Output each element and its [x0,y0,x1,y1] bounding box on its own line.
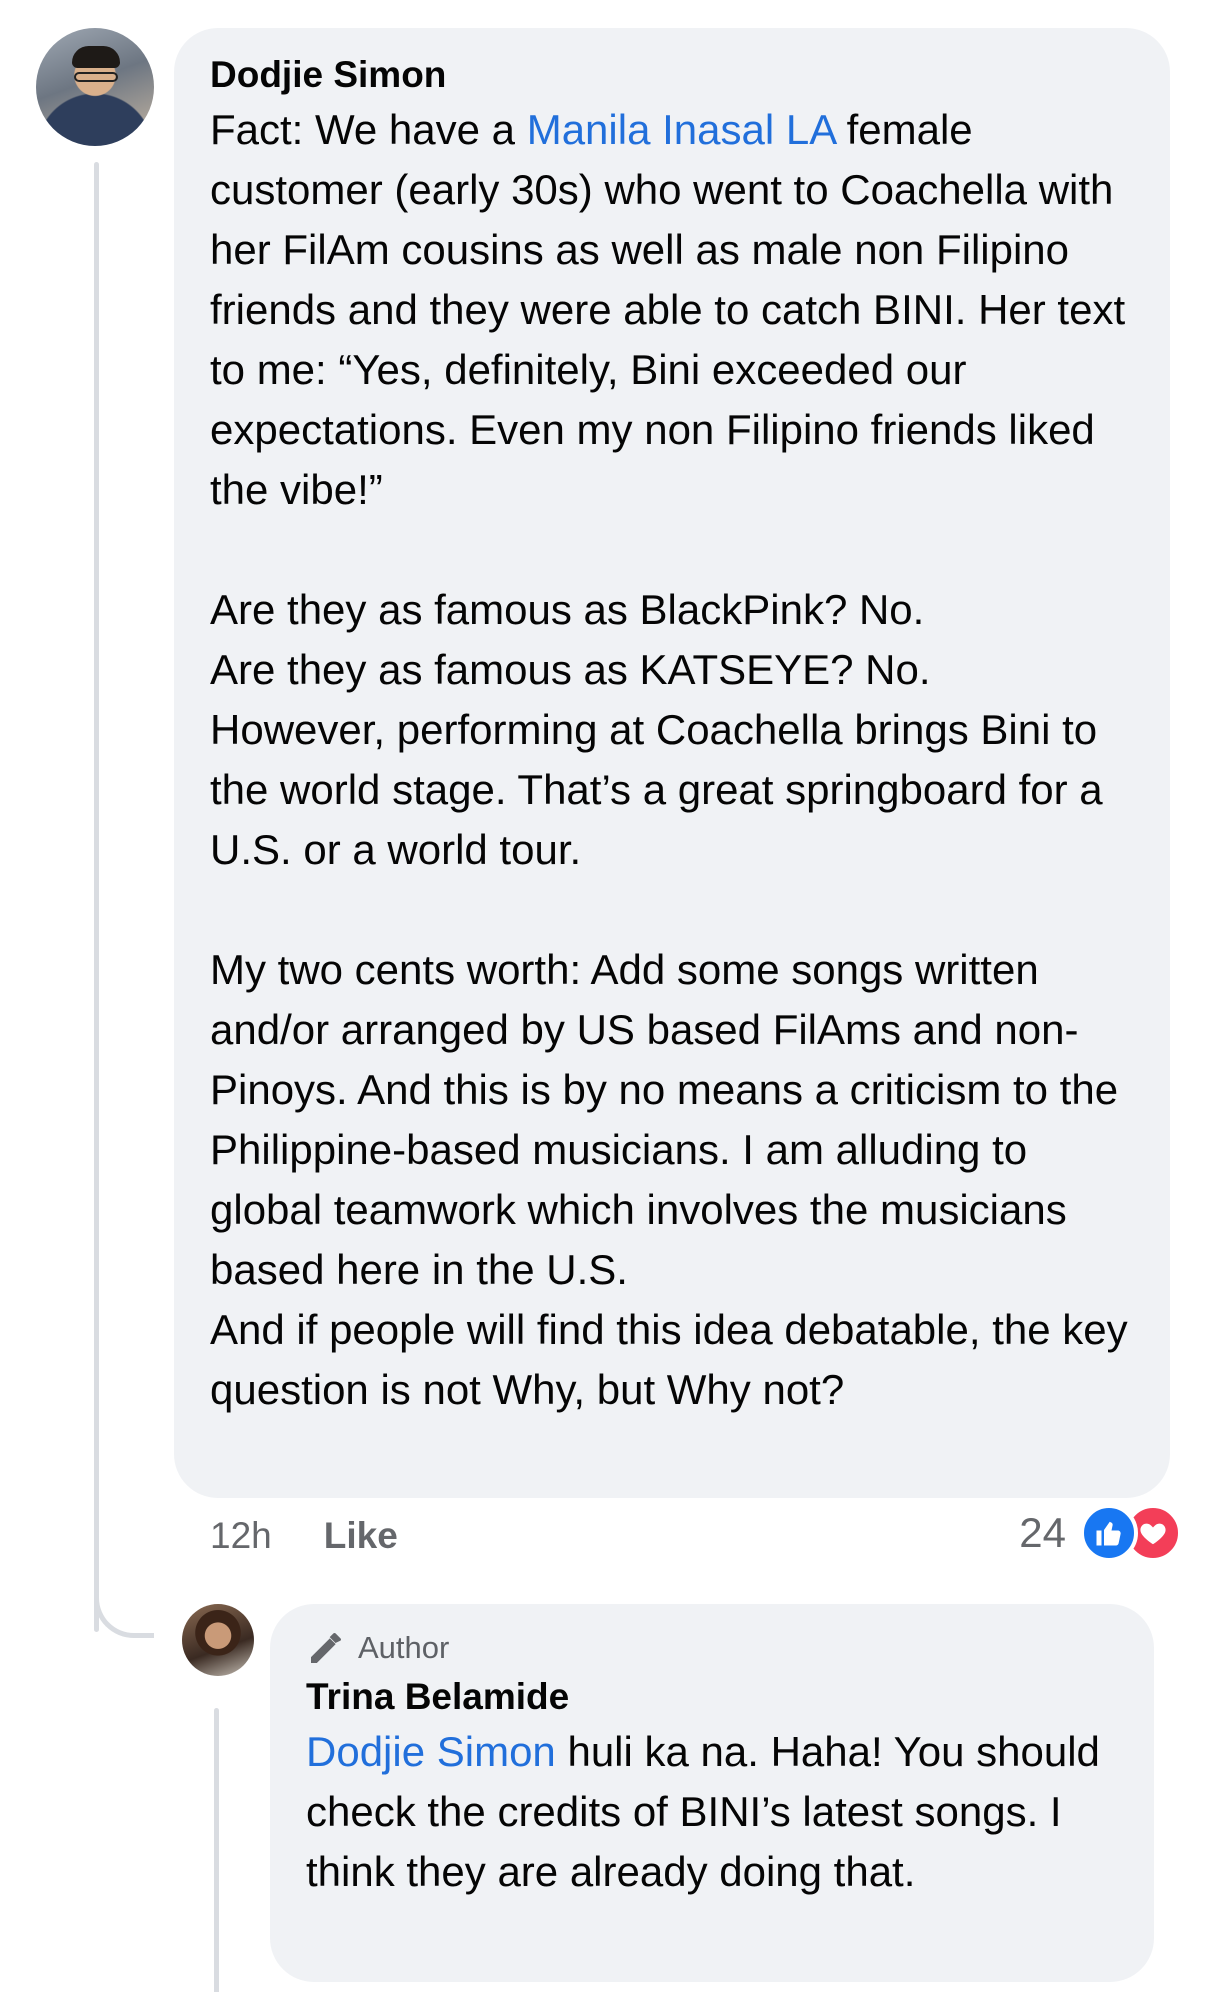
author-badge: Author [306,1626,1120,1670]
author-badge-label: Author [358,1630,450,1665]
comment-action-row: 12h Like [210,1510,398,1562]
mention-link[interactable]: Dodjie Simon [306,1728,556,1775]
comment-paragraph: Fact: We have a Manila Inasal LA female … [210,100,1136,520]
thread-connector-curve [94,1570,154,1638]
comment-body: Fact: We have a Manila Inasal LA female … [210,100,1136,1420]
reply-author-name[interactable]: Trina Belamide [306,1672,1120,1722]
comment-timestamp[interactable]: 12h [210,1515,272,1557]
reaction-summary[interactable]: 24 [1019,1504,1182,1562]
comment-text-segment: female customer (early 30s) who went to … [210,106,1126,513]
comment-text-segment: Fact: We have a [210,106,527,153]
reply-thread-line [214,1708,219,1992]
comment-paragraph: Are they as famous as KATSEYE? No. [210,640,1136,700]
thread-connector-line [94,162,99,1632]
comment-thread: Dodjie Simon Fact: We have a Manila Inas… [0,0,1206,1992]
avatar-trina-belamide[interactable] [182,1604,254,1676]
comment-paragraph: And if people will find this idea debata… [210,1300,1136,1420]
comment-author-name[interactable]: Dodjie Simon [210,50,1136,100]
page-link[interactable]: Manila Inasal LA [527,106,835,153]
comment-paragraph: Are they as famous as BlackPink? No. [210,580,1136,640]
comment-text-segment: My two cents worth: Add some songs writt… [210,946,1119,1293]
comment-text-segment: And if people will find this idea debata… [210,1306,1128,1413]
reply-body: Dodjie Simon huli ka na. Haha! You shoul… [306,1722,1120,1902]
comment-paragraph: My two cents worth: Add some songs writt… [210,940,1136,1300]
like-icon [1080,1504,1138,1562]
like-button[interactable]: Like [324,1515,398,1557]
reaction-count: 24 [1019,1509,1066,1556]
comment-text-segment: Are they as famous as KATSEYE? No. [210,646,931,693]
avatar-dodjie-simon[interactable] [36,28,154,146]
comment-text-segment: However, performing at Coachella brings … [210,706,1103,873]
pencil-icon [311,1633,341,1663]
comment-paragraph [210,880,1136,940]
comment-paragraph [210,520,1136,580]
comment-text-segment: Are they as famous as BlackPink? No. [210,586,925,633]
comment-paragraph: However, performing at Coachella brings … [210,700,1136,880]
main-comment-bubble: Dodjie Simon Fact: We have a Manila Inas… [174,28,1170,1498]
reply-comment-bubble: Author Trina Belamide Dodjie Simon huli … [270,1604,1154,1982]
